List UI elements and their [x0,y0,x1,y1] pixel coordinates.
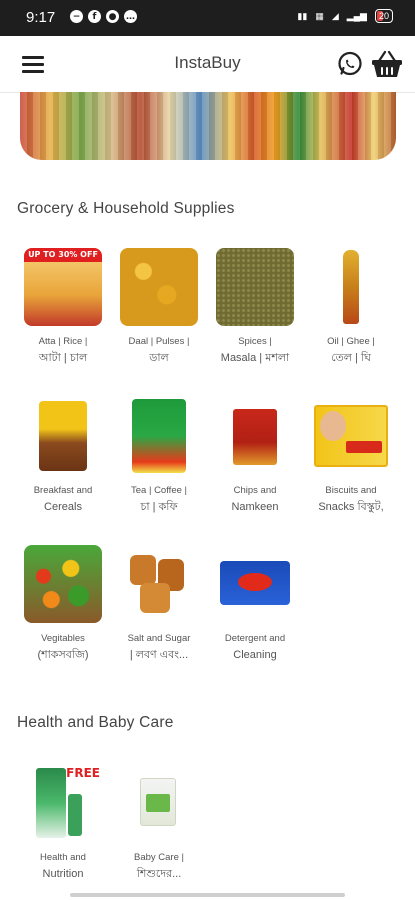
notification-icon: − [70,10,83,23]
category-label: Vegitables (শাকসবজি) [17,630,109,664]
app-header: InstaBuy [0,36,415,93]
oil-ghee-image [312,248,390,326]
basket-icon[interactable] [371,49,403,79]
health-nutrition-image: FREE [24,764,102,842]
battery-icon: 20 [374,9,393,23]
category-label-line1: Vegitables [41,633,85,644]
salt-sugar-image [120,545,198,623]
category-label-line2: Snacks বিস্কুট, [318,501,384,513]
category-label-line1: Health and [40,852,86,863]
section-title-grocery: Grocery & Household Supplies [17,200,235,217]
status-time: 9:17 [26,9,56,26]
category-label-line1: Atta | Rice | [38,336,88,347]
data-speed-icon: ▮▮ [297,10,308,21]
section-title-health: Health and Baby Care [17,714,174,731]
category-label: Daal | Pulses | ডাল [113,333,205,367]
chips-namkeen-image [216,397,294,475]
notification-icons: − f ● … [70,10,137,23]
category-label: Oil | Ghee | তেল | ঘি [305,333,397,367]
category-label: Atta | Rice | আটা | চাল [17,333,109,367]
biscuits-snacks-image [312,397,390,475]
category-label-line1: Detergent and [224,633,286,644]
category-tile-tea-coffee[interactable]: Tea | Coffee | চা | কফি [113,397,205,516]
category-label-line2: চা | কফি [140,501,178,513]
category-tile-daal-pulses[interactable]: Daal | Pulses | ডাল [113,248,205,367]
facebook-icon: f [88,10,101,23]
category-tile-detergent-cleaning[interactable]: Detergent and Cleaning [209,545,301,664]
discount-badge: UP TO 30% OFF [24,248,102,262]
category-label: Salt and Sugar | লবণ এবং... [113,630,205,664]
category-tile-biscuits-snacks[interactable]: Biscuits and Snacks বিস্কুট, [305,397,397,516]
category-label-line1: Chips and [233,485,277,496]
tea-coffee-image [120,397,198,475]
detergent-cleaning-image [216,545,294,623]
category-label-line1: Oil | Ghee | [327,336,375,347]
category-tile-baby-care[interactable]: Baby Care | শিশুদের... [113,764,205,883]
category-label: Breakfast and Cereals [17,482,109,516]
bell-icon: ● [106,10,119,23]
category-label-line2: Cleaning [233,649,277,661]
battery-level: 20 [378,11,389,21]
category-tile-vegetables[interactable]: Vegitables (শাকসবজি) [17,545,109,664]
category-label-line1: Breakfast and [33,485,93,496]
daal-pulses-image [120,248,198,326]
breakfast-cereals-image [24,397,102,475]
spices-masala-image [216,248,294,326]
category-tile-health-nutrition[interactable]: FREE Health and Nutrition [17,764,109,883]
category-label-line2: Cereals [44,501,82,513]
category-label: Baby Care | শিশুদের... [113,849,205,883]
more-icon: … [124,10,137,23]
category-tile-chips-namkeen[interactable]: Chips and Namkeen [209,397,301,516]
status-bar: 9:17 − f ● … ▮▮ ▦ ◢ ▂▄▆ 20 [0,0,415,36]
category-tile-breakfast-cereals[interactable]: Breakfast and Cereals [17,397,109,516]
category-label-line2: আটা | চাল [38,352,88,364]
category-label-line2: (শাকসবজি) [37,649,89,661]
category-label-line1: Baby Care | [134,852,184,863]
category-label: Spices | Masala | মশলা [209,333,301,367]
category-tile-salt-sugar[interactable]: Salt and Sugar | লবণ এবং... [113,545,205,664]
signal-icon: ▂▄▆ [346,10,367,21]
category-label-line2: তেল | ঘি [331,352,371,364]
category-label-line2: Nutrition [42,868,84,880]
category-label: Health and Nutrition [17,849,109,883]
category-label-line1: Spices | [238,336,272,347]
volte-icon: ▦ [315,10,324,21]
category-label-line2: ডাল [149,352,169,364]
category-label-line1: Biscuits and [325,485,377,496]
category-label-line2: Masala | মশলা [220,352,290,364]
category-label: Chips and Namkeen [209,482,301,516]
category-label-line2: Namkeen [231,501,279,513]
category-label-line2: শিশুদের... [136,868,182,880]
free-badge: FREE [66,766,100,780]
system-icons: ▮▮ ▦ ◢ ▂▄▆ 20 [297,9,393,23]
home-indicator [70,893,345,897]
category-label-line1: Salt and Sugar [127,633,191,644]
vegetables-image [24,545,102,623]
atta-rice-image: UP TO 30% OFF [24,248,102,326]
category-label: Detergent and Cleaning [209,630,301,664]
category-label-line1: Daal | Pulses | [128,336,190,347]
category-label-line1: Tea | Coffee | [131,485,187,496]
wifi-icon: ◢ [331,10,339,21]
category-label: Biscuits and Snacks বিস্কুট, [305,482,397,516]
category-tile-oil-ghee[interactable]: Oil | Ghee | তেল | ঘি [305,248,397,367]
category-label-line2: | লবণ এবং... [129,649,189,661]
whatsapp-icon[interactable] [337,51,363,77]
promo-banner[interactable] [20,92,396,160]
category-label: Tea | Coffee | চা | কফি [113,482,205,516]
baby-care-image [120,764,198,842]
category-tile-spices-masala[interactable]: Spices | Masala | মশলা [209,248,301,367]
category-tile-atta-rice[interactable]: UP TO 30% OFF Atta | Rice | আটা | চাল [17,248,109,367]
